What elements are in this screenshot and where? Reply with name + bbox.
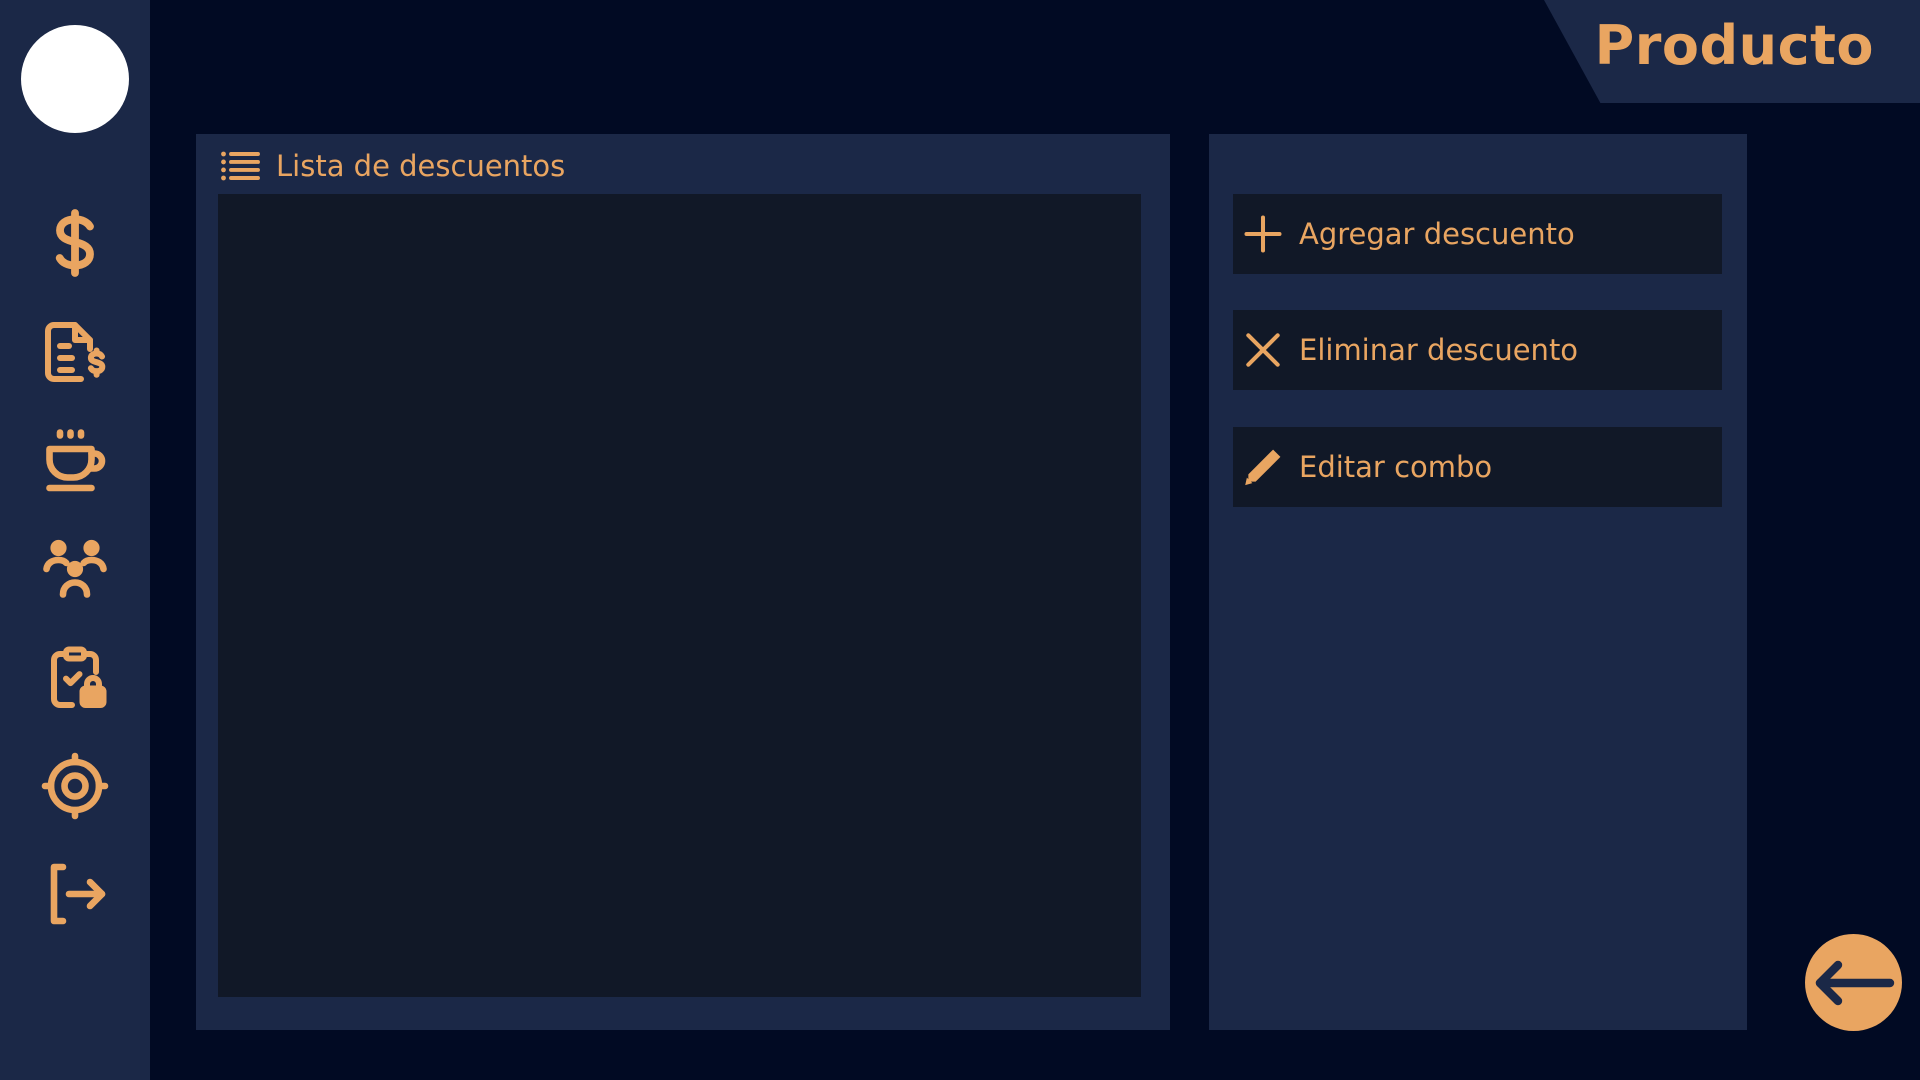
settings-icon xyxy=(41,752,109,820)
list-icon xyxy=(221,151,260,181)
edit-combo-button[interactable]: Editar combo xyxy=(1233,427,1722,507)
users-icon xyxy=(43,539,107,598)
logout-icon xyxy=(50,863,106,925)
delete-discount-label: Eliminar descuento xyxy=(1299,333,1579,367)
add-discount-label: Agregar descuento xyxy=(1299,217,1575,251)
pencil-icon xyxy=(1245,449,1281,486)
sidebar-item-sales[interactable] xyxy=(35,203,115,283)
coffee-cup-icon xyxy=(46,429,106,492)
discount-list-header: Lista de descuentos xyxy=(218,144,565,188)
sidebar-item-inventory[interactable] xyxy=(35,638,115,718)
sidebar-item-invoices[interactable] xyxy=(35,312,115,392)
sidebar-item-users[interactable] xyxy=(35,529,115,609)
discount-list[interactable] xyxy=(218,194,1141,997)
edit-combo-label: Editar combo xyxy=(1299,450,1493,484)
page-title: Producto xyxy=(1594,14,1874,77)
invoice-icon xyxy=(45,322,106,382)
close-icon xyxy=(1246,333,1280,367)
sidebar-item-products[interactable] xyxy=(35,421,115,501)
arrow-left-icon xyxy=(1815,960,1894,1005)
delete-discount-button[interactable]: Eliminar descuento xyxy=(1233,310,1722,390)
back-button[interactable] xyxy=(1805,934,1902,1031)
discount-list-title: Lista de descuentos xyxy=(276,149,566,183)
clipboard-lock-icon xyxy=(51,646,107,708)
sidebar xyxy=(0,0,150,1080)
discount-list-panel: Lista de descuentos xyxy=(196,134,1170,1030)
sidebar-item-logout[interactable] xyxy=(35,854,115,934)
sidebar-item-settings[interactable] xyxy=(35,746,115,826)
dollar-icon xyxy=(55,209,94,277)
add-discount-button[interactable]: Agregar descuento xyxy=(1233,194,1722,274)
plus-icon xyxy=(1244,215,1282,253)
actions-panel: Agregar descuento Eliminar descuento Edi… xyxy=(1209,134,1747,1030)
avatar[interactable] xyxy=(21,25,129,133)
